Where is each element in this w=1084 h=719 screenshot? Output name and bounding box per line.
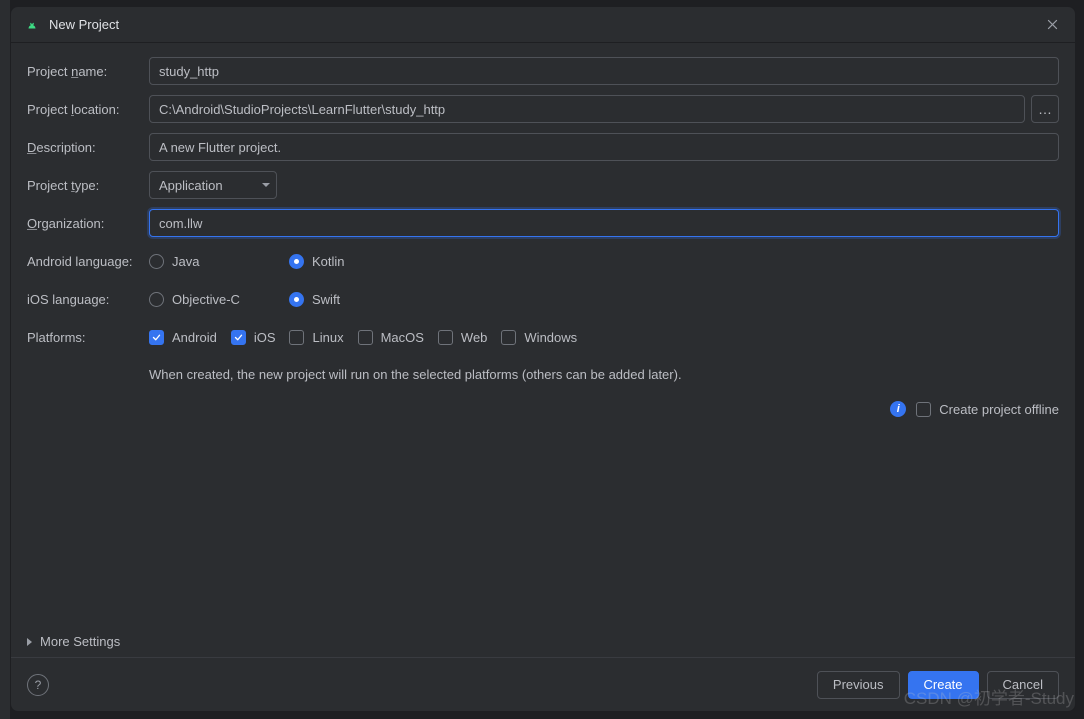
android-language-kotlin-radio[interactable]: Kotlin: [289, 254, 345, 269]
platforms-label: Platforms:: [27, 330, 149, 345]
cancel-button[interactable]: Cancel: [987, 671, 1059, 699]
android-language-label: Android language:: [27, 254, 149, 269]
more-settings-toggle[interactable]: More Settings: [11, 626, 1075, 657]
ios-language-label: iOS language:: [27, 292, 149, 307]
project-name-input[interactable]: [149, 57, 1059, 85]
dialog-content: Project name: Project location: … Descri…: [11, 43, 1075, 626]
radio-label: Objective-C: [172, 292, 240, 307]
description-label: Description:: [27, 140, 149, 155]
platform-macos-checkbox[interactable]: MacOS: [358, 330, 424, 345]
description-input[interactable]: [149, 133, 1059, 161]
organization-label: Organization:: [27, 216, 149, 231]
more-settings-label: More Settings: [40, 634, 120, 649]
close-button[interactable]: [1039, 12, 1065, 38]
create-project-offline-checkbox[interactable]: Create project offline: [916, 402, 1059, 417]
titlebar: New Project: [11, 7, 1075, 43]
browse-location-button[interactable]: …: [1031, 95, 1059, 123]
checkbox-label: iOS: [254, 330, 276, 345]
editor-gutter-behind: [0, 0, 10, 719]
previous-button[interactable]: Previous: [817, 671, 900, 699]
help-button[interactable]: ?: [27, 674, 49, 696]
chevron-right-icon: [27, 638, 32, 646]
android-studio-icon: [25, 18, 39, 32]
platform-windows-checkbox[interactable]: Windows: [501, 330, 577, 345]
chevron-down-icon: [262, 183, 270, 187]
dialog-title: New Project: [49, 17, 1039, 32]
checkbox-label: Web: [461, 330, 488, 345]
create-button[interactable]: Create: [908, 671, 979, 699]
ios-language-objc-radio[interactable]: Objective-C: [149, 292, 283, 307]
platform-android-checkbox[interactable]: Android: [149, 330, 217, 345]
radio-label: Java: [172, 254, 199, 269]
radio-label: Kotlin: [312, 254, 345, 269]
checkbox-label: Create project offline: [939, 402, 1059, 417]
info-icon[interactable]: i: [890, 401, 906, 417]
project-type-value: Application: [159, 178, 223, 193]
radio-label: Swift: [312, 292, 340, 307]
project-location-input[interactable]: [149, 95, 1025, 123]
platform-ios-checkbox[interactable]: iOS: [231, 330, 276, 345]
project-name-label: Project name:: [27, 64, 149, 79]
ios-language-swift-radio[interactable]: Swift: [289, 292, 340, 307]
platform-linux-checkbox[interactable]: Linux: [289, 330, 343, 345]
checkbox-label: MacOS: [381, 330, 424, 345]
new-project-dialog: New Project Project name: Project locati…: [10, 6, 1076, 712]
dialog-footer: ? Previous Create Cancel: [11, 657, 1075, 711]
organization-input[interactable]: [149, 209, 1059, 237]
checkbox-label: Linux: [312, 330, 343, 345]
android-language-java-radio[interactable]: Java: [149, 254, 283, 269]
platforms-note: When created, the new project will run o…: [149, 367, 682, 382]
checkbox-label: Android: [172, 330, 217, 345]
project-location-label: Project location:: [27, 102, 149, 117]
close-icon: [1046, 18, 1059, 31]
project-type-select[interactable]: Application: [149, 171, 277, 199]
checkbox-label: Windows: [524, 330, 577, 345]
project-type-label: Project type:: [27, 178, 149, 193]
platform-web-checkbox[interactable]: Web: [438, 330, 488, 345]
platforms-list: Android iOS Linux MacOS Web Windows: [149, 330, 1059, 345]
